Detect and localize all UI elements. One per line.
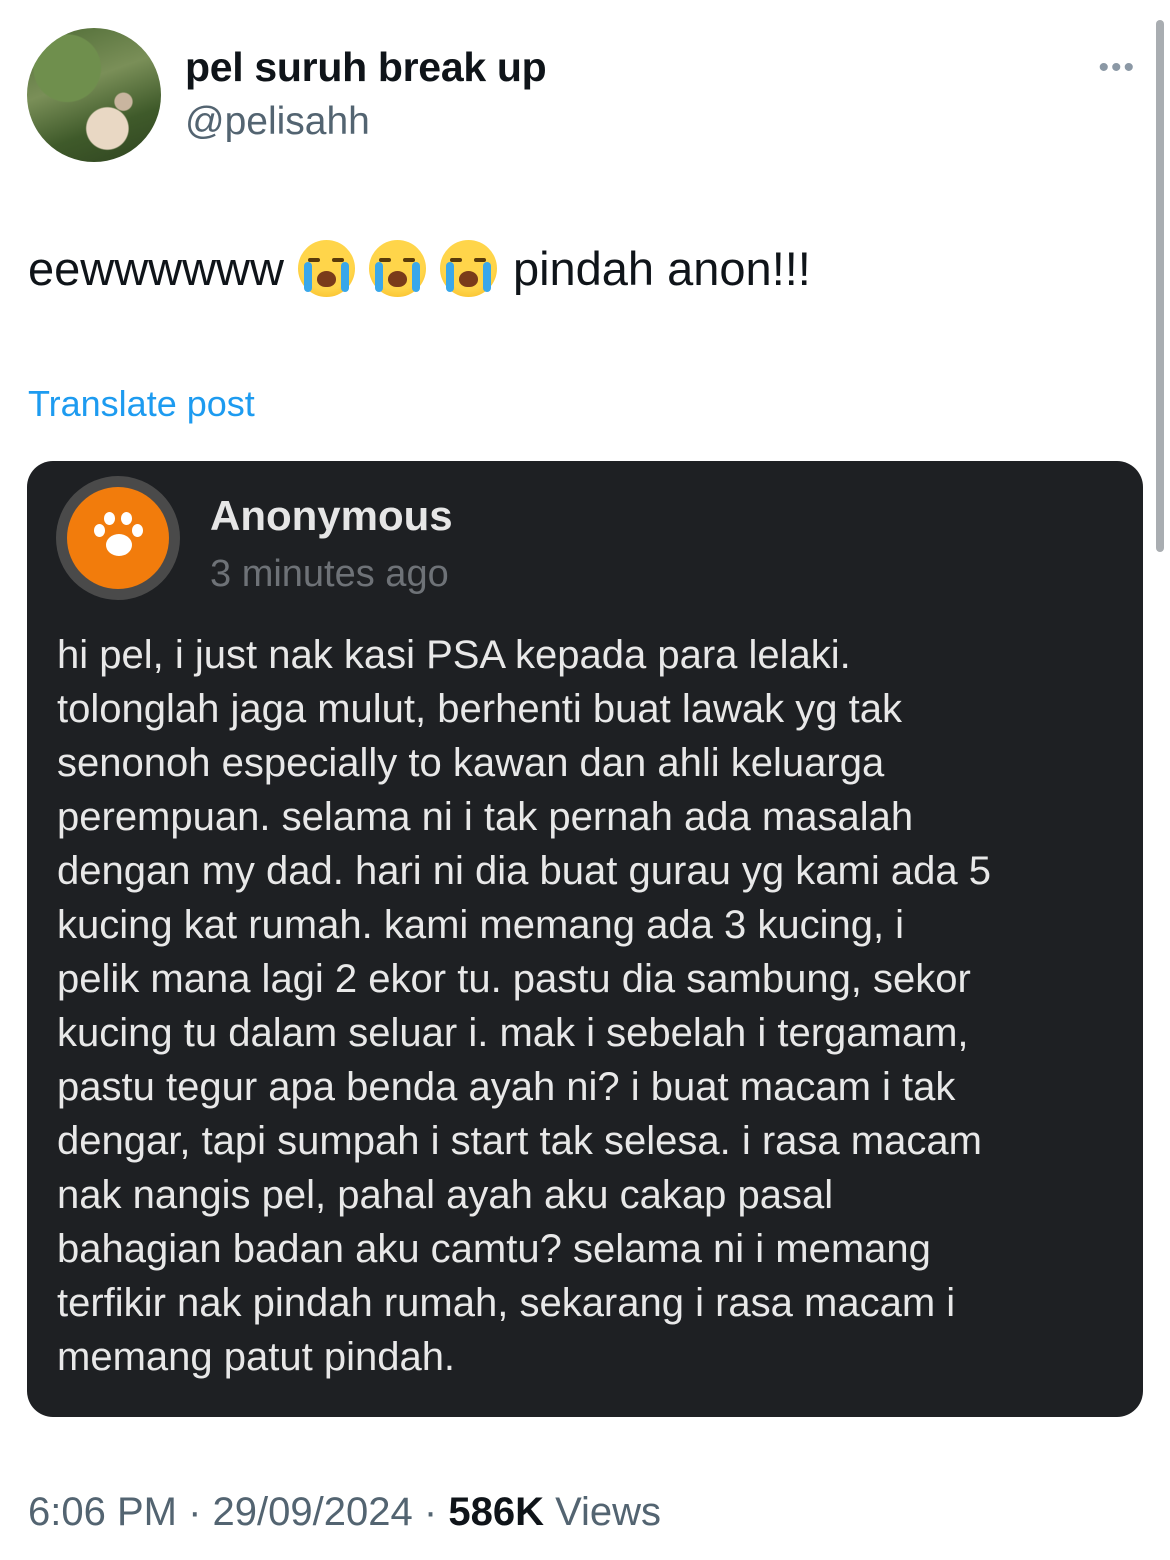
message-line: nak nangis pel, pahal ayah aku cakap pas… [57,1173,834,1217]
more-options-icon[interactable]: ••• [1098,53,1136,83]
crying-face-icon [439,240,497,297]
message-line: pelik mana lagi 2 ekor tu. pastu dia sam… [57,957,971,1001]
views-count: 586K [448,1490,544,1534]
profile-avatar[interactable] [27,28,161,162]
post-text: eewwwwww pindah anon!!! [28,240,811,297]
post-text-start: eewwwwww [28,242,284,295]
anon-name: Anonymous [210,492,453,539]
post-metadata: 6:06 PM · 29/09/2024 · 586K Views [28,1490,661,1535]
post-date[interactable]: 29/09/2024 [213,1490,413,1534]
display-name[interactable]: pel suruh break up [185,44,547,91]
message-line: tolonglah jaga mulut, berhenti buat lawa… [57,687,902,731]
message-line: dengar, tapi sumpah i start tak selesa. … [57,1119,982,1163]
message-line: bahagian badan aku camtu? selama ni i me… [57,1227,931,1271]
separator: · [423,1490,438,1534]
crying-face-icon [368,240,426,297]
message-line: senonoh especially to kawan dan ahli kel… [57,741,885,785]
anon-timestamp: 3 minutes ago [210,553,449,595]
views-label: Views [555,1490,662,1534]
message-line: hi pel, i just nak kasi PSA kepada para … [57,633,851,677]
user-handle[interactable]: @pelisahh [185,100,370,144]
crying-face-icon [297,240,355,297]
message-line: memang patut pindah. [57,1335,456,1379]
separator: · [188,1490,202,1534]
message-line: kucing tu dalam seluar i. mak i sebelah … [57,1011,969,1055]
message-line: terfikir nak pindah rumah, sekarang i ra… [57,1281,956,1325]
post-text-end: pindah anon!!! [512,242,811,295]
post-time[interactable]: 6:06 PM [28,1490,177,1534]
message-line: pastu tegur apa benda ayah ni? i buat ma… [57,1065,956,1109]
anon-avatar [67,487,169,589]
message-line: perempuan. selama ni i tak pernah ada ma… [57,795,914,839]
translate-post-link[interactable]: Translate post [28,383,255,425]
paw-icon [90,510,146,566]
anon-message: hi pel, i just nak kasi PSA kepada para … [57,628,1127,1384]
message-line: dengan my dad. hari ni dia buat gurau yg… [57,849,991,893]
scrollbar[interactable] [1156,20,1164,552]
message-line: kucing kat rumah. kami memang ada 3 kuci… [57,903,905,947]
